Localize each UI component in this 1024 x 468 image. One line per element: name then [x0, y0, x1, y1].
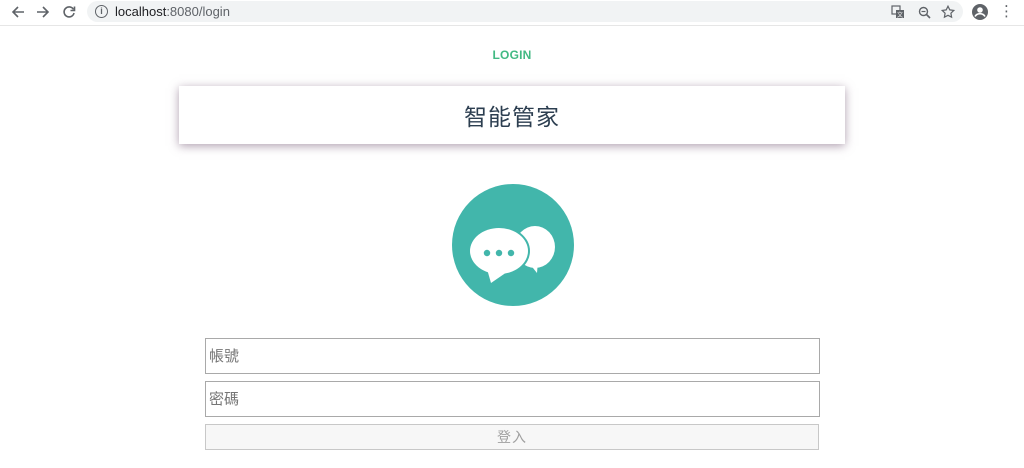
reload-icon[interactable] — [59, 3, 79, 21]
zoom-icon[interactable] — [916, 4, 932, 20]
account-circle-icon[interactable] — [971, 3, 989, 21]
password-input[interactable] — [205, 381, 820, 417]
page-title: 智能管家 — [464, 104, 560, 130]
chat-bubbles-icon — [451, 183, 575, 307]
svg-text:文: 文 — [897, 11, 903, 19]
url-text[interactable]: localhost:8080/login — [115, 4, 230, 19]
account-input[interactable] — [205, 338, 820, 374]
browser-toolbar: i localhost:8080/login 文 ⋮ — [0, 0, 1024, 26]
bookmark-star-icon[interactable] — [940, 4, 956, 20]
translate-icon[interactable]: 文 — [890, 4, 906, 20]
kebab-menu-icon[interactable]: ⋮ — [999, 3, 1014, 21]
back-arrow-icon[interactable] — [8, 3, 28, 21]
url-path: :8080/login — [166, 4, 230, 19]
forward-arrow-icon[interactable] — [33, 3, 53, 21]
info-icon[interactable]: i — [95, 5, 108, 18]
url-host: localhost — [115, 4, 167, 19]
address-bar[interactable]: i localhost:8080/login 文 — [87, 1, 963, 22]
title-card: 智能管家 — [179, 86, 845, 144]
login-nav-link[interactable]: LOGIN — [0, 48, 1024, 62]
login-button[interactable]: 登入 — [205, 424, 819, 450]
